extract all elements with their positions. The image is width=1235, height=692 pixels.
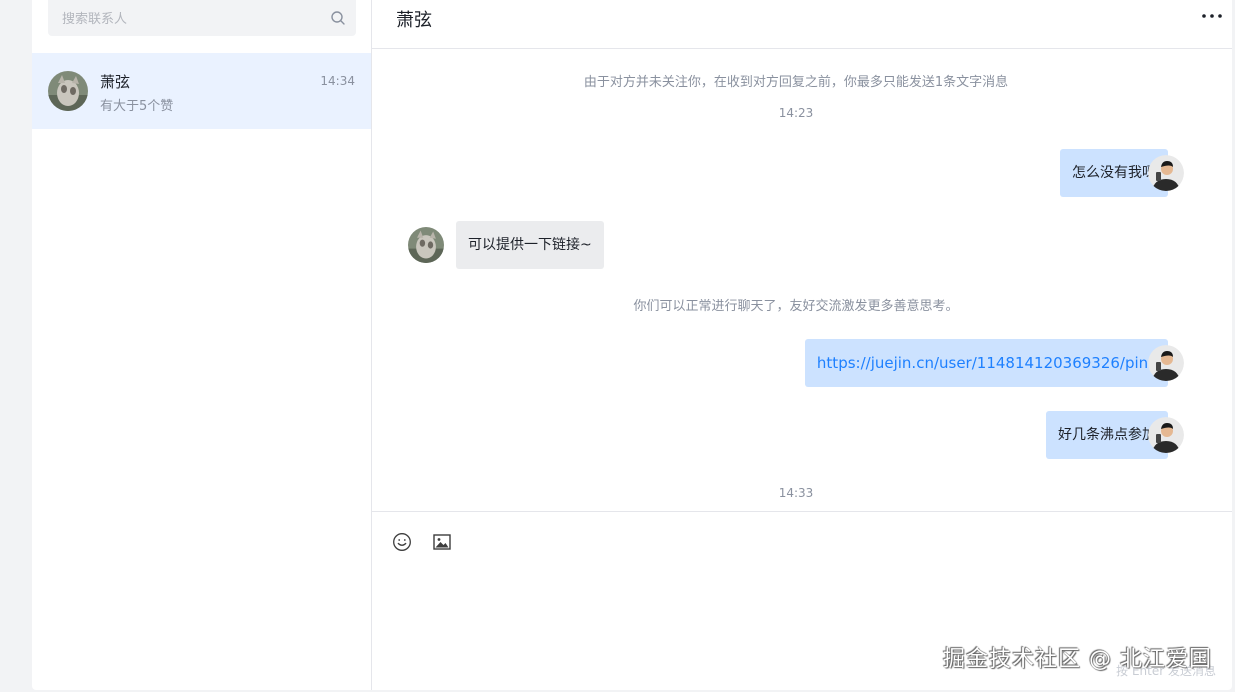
contact-message-avatar bbox=[408, 227, 444, 263]
my-avatar bbox=[1148, 155, 1184, 191]
my-avatar bbox=[1148, 345, 1184, 381]
emoji-icon[interactable] bbox=[392, 532, 412, 552]
system-notice: 由于对方并未关注你，在收到对方回复之前，你最多只能发送1条文字消息 bbox=[583, 75, 1009, 90]
search-icon[interactable] bbox=[330, 10, 346, 26]
message-composer[interactable]: 按 Enter 发送消息 掘金技术社区 @ 北江爱国 bbox=[372, 511, 1232, 691]
contact-sidebar: 萧弦 14:34 有大于5个赞 bbox=[32, 0, 372, 690]
chat-app: 萧弦 14:34 有大于5个赞 萧弦 由于对方并未关注你，在收到对方回复之前，你… bbox=[32, 0, 1232, 690]
image-icon[interactable] bbox=[432, 532, 452, 552]
chat-title: 萧弦 bbox=[396, 10, 432, 31]
search-box bbox=[48, 0, 356, 36]
contact-time: 14:34 bbox=[320, 74, 355, 88]
contact-avatar bbox=[48, 71, 88, 111]
chat-header: 萧弦 bbox=[372, 0, 1232, 49]
watermark: 掘金技术社区 @ 北江爱国 bbox=[943, 647, 1212, 672]
my-avatar bbox=[1148, 417, 1184, 453]
contact-item[interactable]: 萧弦 14:34 有大于5个赞 bbox=[32, 53, 371, 129]
chat-panel: 萧弦 由于对方并未关注你，在收到对方回复之前，你最多只能发送1条文字消息 14:… bbox=[372, 0, 1232, 690]
message-link[interactable]: https://juejin.cn/user/114814120369326/p… bbox=[804, 339, 1168, 387]
contact-name: 萧弦 bbox=[100, 73, 131, 91]
search-input[interactable] bbox=[60, 8, 324, 30]
more-icon[interactable] bbox=[1200, 6, 1224, 26]
message-timestamp: 14:33 bbox=[778, 486, 814, 500]
message-bubble-received: 可以提供一下链接~ bbox=[456, 221, 604, 269]
message-timestamp: 14:23 bbox=[778, 106, 814, 120]
system-notice: 你们可以正常进行聊天了，友好交流激发更多善意思考。 bbox=[633, 299, 959, 314]
contact-preview: 有大于5个赞 bbox=[100, 99, 174, 114]
